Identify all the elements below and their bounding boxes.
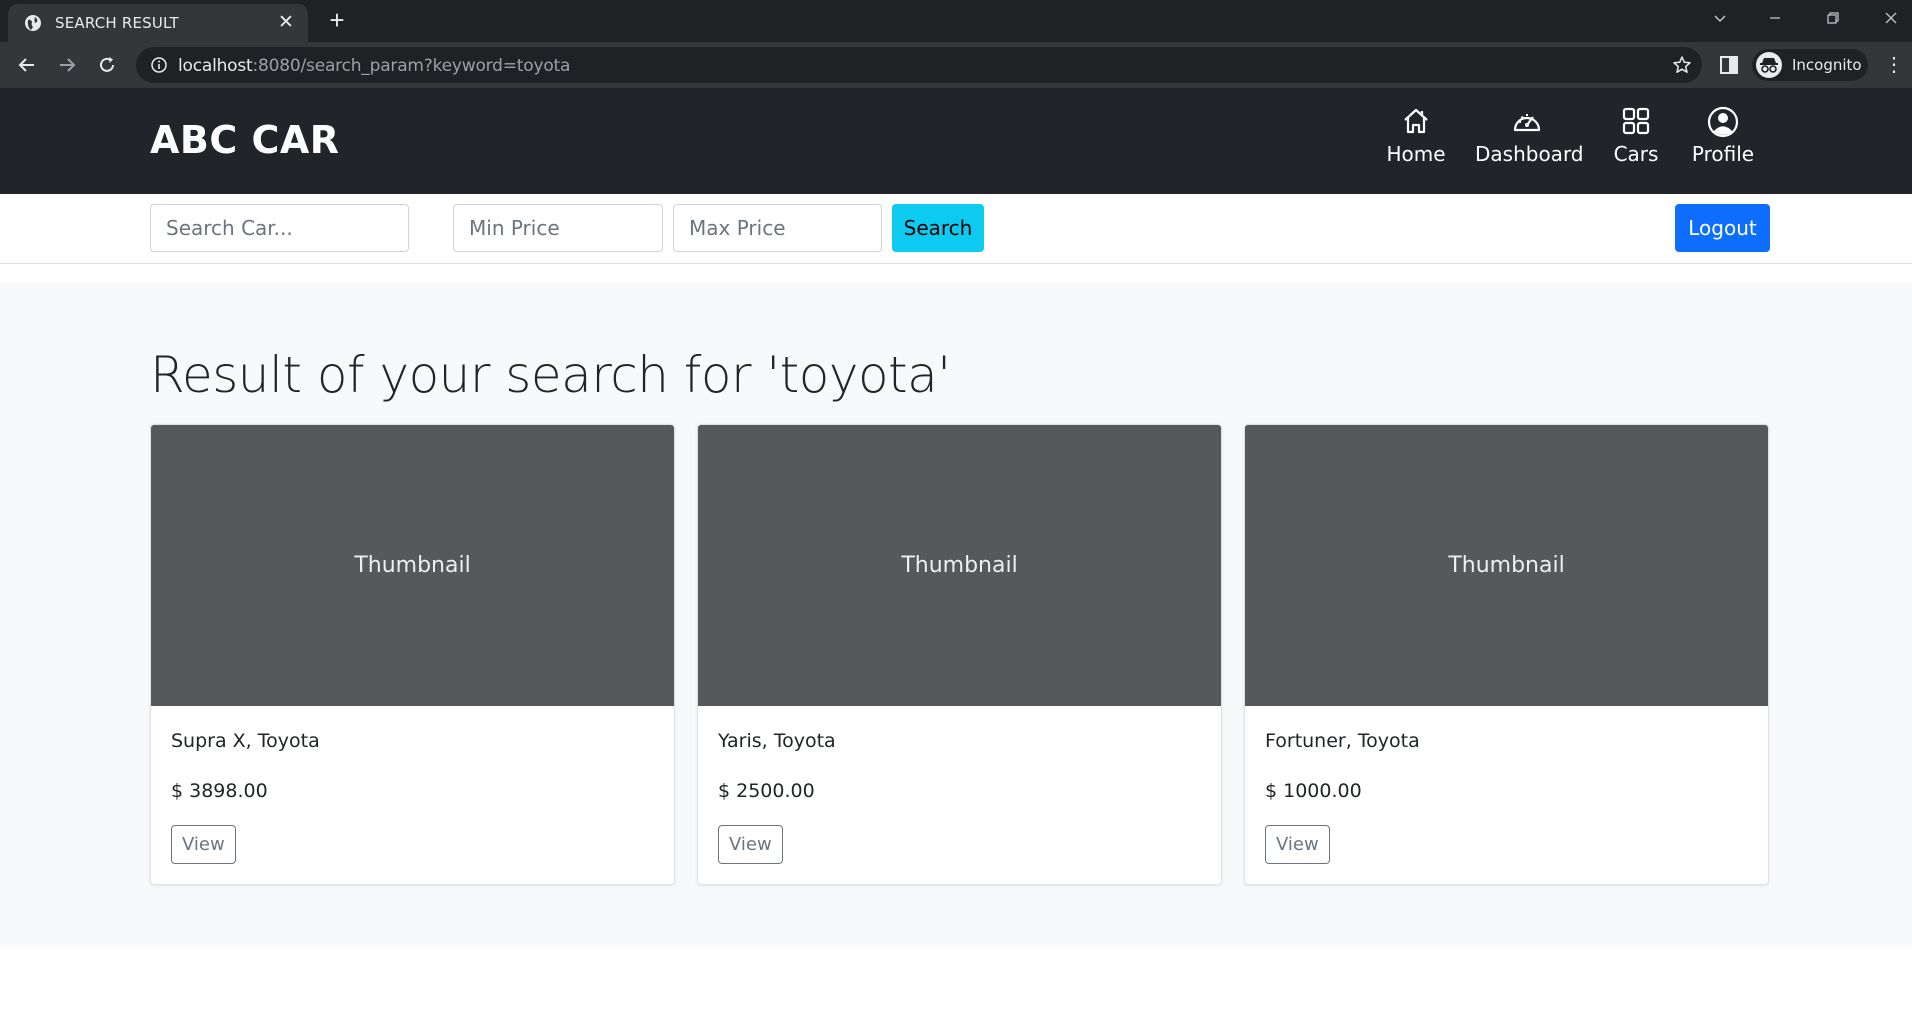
thumbnail-label: Thumbnail — [354, 553, 471, 578]
grid-icon — [1622, 107, 1650, 135]
view-button[interactable]: View — [1265, 825, 1330, 864]
close-window-icon[interactable] — [1876, 6, 1906, 36]
car-card: Thumbnail Supra X, Toyota $ 3898.00 View — [150, 424, 675, 885]
user-circle-icon — [1707, 106, 1739, 138]
nav-label-cars: Cars — [1613, 142, 1659, 166]
side-panel-icon[interactable] — [1718, 54, 1740, 76]
search-button[interactable]: Search — [892, 204, 984, 252]
bookmark-star-icon[interactable] — [1672, 55, 1692, 75]
new-tab-button[interactable]: + — [324, 7, 350, 34]
nav-label-home: Home — [1386, 142, 1446, 166]
max-price-input[interactable] — [673, 204, 882, 252]
close-tab-icon[interactable]: ✕ — [276, 13, 296, 33]
site-info-icon[interactable] — [150, 56, 168, 74]
car-price: $ 3898.00 — [171, 780, 268, 802]
nav-item-profile[interactable]: Profile — [1688, 106, 1758, 180]
view-button[interactable]: View — [171, 825, 236, 864]
forward-icon[interactable] — [52, 50, 82, 80]
incognito-profile-button[interactable]: Incognito — [1752, 49, 1868, 81]
car-card: Thumbnail Fortuner, Toyota $ 1000.00 Vie… — [1244, 424, 1769, 885]
browser-tab-strip: SEARCH RESULT ✕ + — [0, 0, 1912, 42]
browser-menu-icon[interactable]: ⋮ — [1884, 54, 1904, 76]
thumbnail-label: Thumbnail — [1448, 553, 1565, 578]
car-price: $ 2500.00 — [718, 780, 815, 802]
back-icon[interactable] — [12, 50, 42, 80]
url-host: localhost — [178, 56, 253, 76]
browser-toolbar: localhost:8080/search_param?keyword=toyo… — [0, 42, 1912, 88]
car-thumbnail: Thumbnail — [151, 425, 674, 706]
browser-tab[interactable]: SEARCH RESULT ✕ — [8, 4, 308, 42]
car-thumbnail: Thumbnail — [1245, 425, 1768, 706]
site-navbar: ABC CAR Home Dashboard Cars Profile — [0, 88, 1912, 194]
nav-item-cars[interactable]: Cars — [1608, 106, 1664, 180]
nav-label-profile: Profile — [1691, 142, 1755, 166]
results-heading: Result of your search for 'toyota' — [150, 346, 951, 404]
nav-label-dashboard: Dashboard — [1475, 142, 1584, 166]
incognito-label: Incognito — [1792, 56, 1862, 74]
tab-title: SEARCH RESULT — [55, 14, 179, 32]
results-section: Result of your search for 'toyota' Thumb… — [0, 283, 1912, 945]
tab-search-icon[interactable] — [1705, 6, 1735, 36]
reload-icon[interactable] — [92, 50, 122, 80]
car-price: $ 1000.00 — [1265, 780, 1362, 802]
site-brand[interactable]: ABC CAR — [150, 118, 340, 162]
car-thumbnail: Thumbnail — [698, 425, 1221, 706]
address-bar[interactable]: localhost:8080/search_param?keyword=toyo… — [136, 47, 1702, 83]
car-name: Supra X, Toyota — [171, 730, 320, 752]
min-price-input[interactable] — [453, 204, 663, 252]
car-name: Fortuner, Toyota — [1265, 730, 1420, 752]
car-name: Yaris, Toyota — [718, 730, 836, 752]
incognito-icon — [1756, 52, 1782, 78]
nav-item-home[interactable]: Home — [1381, 106, 1451, 180]
search-form: Search Logout — [0, 194, 1912, 264]
url-path: :8080/search_param?keyword=toyota — [252, 56, 571, 76]
view-button[interactable]: View — [718, 825, 783, 864]
home-icon — [1404, 108, 1428, 134]
search-keyword-input[interactable] — [150, 204, 409, 252]
minimize-icon[interactable] — [1760, 6, 1790, 36]
nav-item-dashboard[interactable]: Dashboard — [1475, 106, 1584, 180]
logout-button[interactable]: Logout — [1675, 204, 1770, 252]
speedometer-icon — [1513, 114, 1541, 132]
url-text: localhost:8080/search_param?keyword=toyo… — [178, 56, 570, 76]
restore-icon[interactable] — [1818, 6, 1848, 36]
thumbnail-label: Thumbnail — [901, 553, 1018, 578]
car-card: Thumbnail Yaris, Toyota $ 2500.00 View — [697, 424, 1222, 885]
globe-icon — [25, 15, 41, 31]
